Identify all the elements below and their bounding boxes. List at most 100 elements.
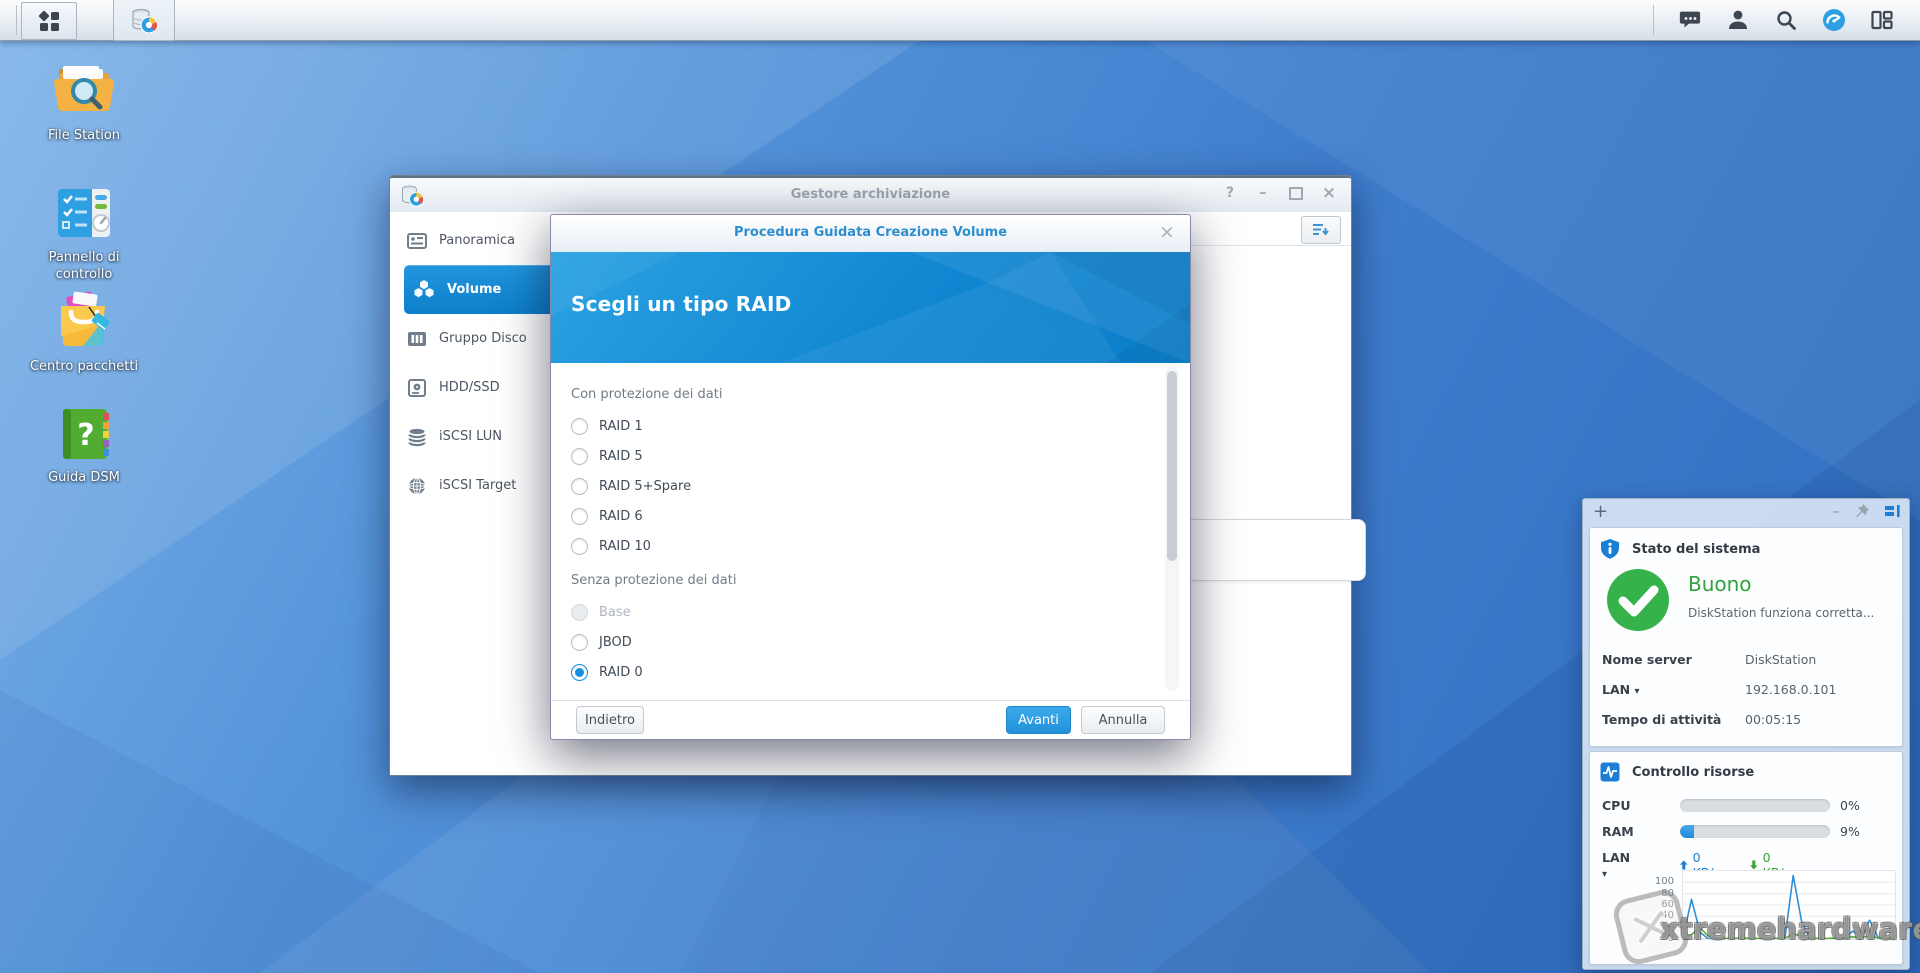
package-center-icon [19, 290, 149, 352]
info-row-uptime: Tempo di attività 00:05:15 [1602, 712, 1890, 732]
volume-cubes-icon [413, 279, 435, 301]
storage-manager-icon [130, 6, 158, 34]
radio-option-raid5spare[interactable]: RAID 5+Spare [571, 471, 1190, 501]
radio-icon [571, 604, 588, 621]
iscsi-lun-icon [407, 427, 427, 447]
cancel-button[interactable]: Annulla [1081, 706, 1165, 734]
desktop-icon-package-center[interactable]: Centro pacchetti [19, 290, 149, 375]
info-row-server-name: Nome server DiskStation [1602, 652, 1890, 672]
raid-group-label: Con protezione dei dati [571, 383, 1190, 407]
wizard-body: Con protezione dei dati RAID 1 RAID 5 RA… [551, 363, 1190, 701]
wizard-scrollbar[interactable] [1165, 367, 1179, 691]
widget-panel-header: + – [1583, 499, 1909, 526]
radio-option-raid1[interactable]: RAID 1 [571, 411, 1190, 441]
shield-info-icon [1600, 538, 1620, 560]
back-button[interactable]: Indietro [576, 706, 644, 734]
radio-icon [571, 418, 588, 435]
radio-option-raid6[interactable]: RAID 6 [571, 501, 1190, 531]
storage-manager-taskbar-button[interactable] [113, 0, 175, 41]
no-protection-group-label: Senza protezione dei dati [571, 569, 1190, 593]
radio-option-base[interactable]: Base [571, 597, 1190, 627]
window-titlebar[interactable]: Gestore archiviazione ? – × [390, 176, 1351, 215]
sort-button[interactable] [1301, 216, 1341, 244]
desktop-icon-label: Centro pacchetti [19, 358, 149, 375]
desktop: File Station Pannello di controllo [0, 0, 1920, 973]
desktop-icon-label: File Station [19, 127, 149, 144]
sidebar-item-panoramica[interactable]: Panoramica [390, 216, 555, 265]
radio-option-raid5[interactable]: RAID 5 [571, 441, 1190, 471]
sidebar-item-gruppo-disco[interactable]: Gruppo Disco [390, 314, 555, 363]
pin-icon[interactable] [1854, 503, 1870, 519]
desktop-icon-label: Pannello di controllo [19, 249, 149, 283]
notifications-chat-icon[interactable] [1678, 8, 1702, 32]
widget-title: Controllo risorse [1632, 765, 1754, 780]
taskbar [0, 0, 1920, 41]
sidebar-item-label: iSCSI Target [439, 478, 516, 493]
desktop-icon-file-station[interactable]: File Station [19, 55, 149, 144]
iscsi-target-icon [407, 476, 427, 496]
widget-minimize-button[interactable]: – [1833, 502, 1841, 520]
dock-panel-icon[interactable] [1884, 503, 1901, 519]
system-status-description: DiskStation funziona corretta... [1688, 606, 1874, 620]
ram-meter [1680, 825, 1830, 838]
add-widget-button[interactable]: + [1593, 501, 1608, 522]
user-icon[interactable] [1726, 8, 1750, 32]
desktop-icon-dsm-help[interactable]: ? Guida DSM [19, 405, 149, 486]
sidebar-item-iscsi-lun[interactable]: iSCSI LUN [390, 412, 555, 461]
scrollbar-thumb[interactable] [1167, 371, 1177, 561]
info-row-lan: LAN ▾ 192.168.0.101 [1602, 682, 1890, 702]
minimize-button[interactable]: – [1255, 185, 1271, 201]
system-status-widget: Stato del sistema Buono DiskStation funz… [1589, 527, 1903, 747]
sidebar-item-hdd-ssd[interactable]: HDD/SSD [390, 363, 555, 412]
radio-icon [571, 478, 588, 495]
volume-wizard-dialog: Procedura Guidata Creazione Volume × Sce… [550, 214, 1191, 740]
sidebar-item-label: Gruppo Disco [439, 331, 527, 346]
next-button[interactable]: Avanti [1006, 706, 1071, 734]
window-controls: ? – × [1222, 185, 1337, 201]
radio-option-raid0[interactable]: RAID 0 [571, 657, 1190, 687]
svg-text:?: ? [77, 418, 94, 453]
taskbar-right [1653, 5, 1920, 35]
widget-title: Stato del sistema [1632, 542, 1760, 557]
control-panel-icon [19, 183, 149, 243]
status-ok-icon [1606, 568, 1670, 632]
wizard-heading: Scegli un tipo RAID [571, 292, 791, 316]
sidebar-item-volume[interactable]: Volume [404, 265, 555, 314]
chevron-down-icon: ▾ [1634, 686, 1639, 697]
ram-bar-fill [1680, 825, 1694, 838]
widget-panel: + – Stato del sistema Bu [1582, 498, 1910, 970]
cpu-percent: 0% [1840, 798, 1860, 813]
resource-pulse-icon [1600, 762, 1620, 782]
wizard-title: Procedura Guidata Creazione Volume [551, 225, 1190, 240]
chart-ylabels: 020406080100 [1646, 870, 1678, 938]
system-status-value: Buono [1688, 572, 1752, 596]
hdd-icon [407, 378, 427, 398]
desktop-icon-control-panel[interactable]: Pannello di controllo [19, 183, 149, 283]
window-title: Gestore archiviazione [390, 187, 1351, 202]
folder-search-icon [19, 55, 149, 121]
wizard-banner: Scegli un tipo RAID [551, 252, 1190, 363]
lan-chart-plot [1682, 870, 1896, 940]
sidebar-item-iscsi-target[interactable]: iSCSI Target [390, 461, 555, 510]
wizard-titlebar[interactable]: Procedura Guidata Creazione Volume × [551, 215, 1190, 253]
radio-icon [571, 634, 588, 651]
resource-gauge-icon[interactable] [1822, 8, 1846, 32]
ram-percent: 9% [1840, 824, 1860, 839]
cpu-meter [1680, 799, 1830, 812]
sidebar-item-label: iSCSI LUN [439, 429, 502, 444]
dsm-help-icon: ? [19, 405, 149, 463]
close-button[interactable]: × [1321, 185, 1337, 201]
wizard-footer: Indietro Avanti Annulla [551, 700, 1190, 739]
sidebar-item-label: Volume [447, 282, 501, 297]
radio-option-raid10[interactable]: RAID 10 [571, 531, 1190, 561]
sidebar-item-label: Panoramica [439, 233, 515, 248]
main-menu-button[interactable] [21, 2, 77, 40]
background-panel-edge [1166, 519, 1366, 581]
maximize-button[interactable] [1288, 185, 1304, 201]
help-button[interactable]: ? [1222, 185, 1238, 201]
widgets-icon[interactable] [1870, 8, 1894, 32]
wizard-close-icon[interactable]: × [1156, 221, 1178, 243]
radio-option-jbod[interactable]: JBOD [571, 627, 1190, 657]
search-icon[interactable] [1774, 8, 1798, 32]
radio-icon [571, 448, 588, 465]
